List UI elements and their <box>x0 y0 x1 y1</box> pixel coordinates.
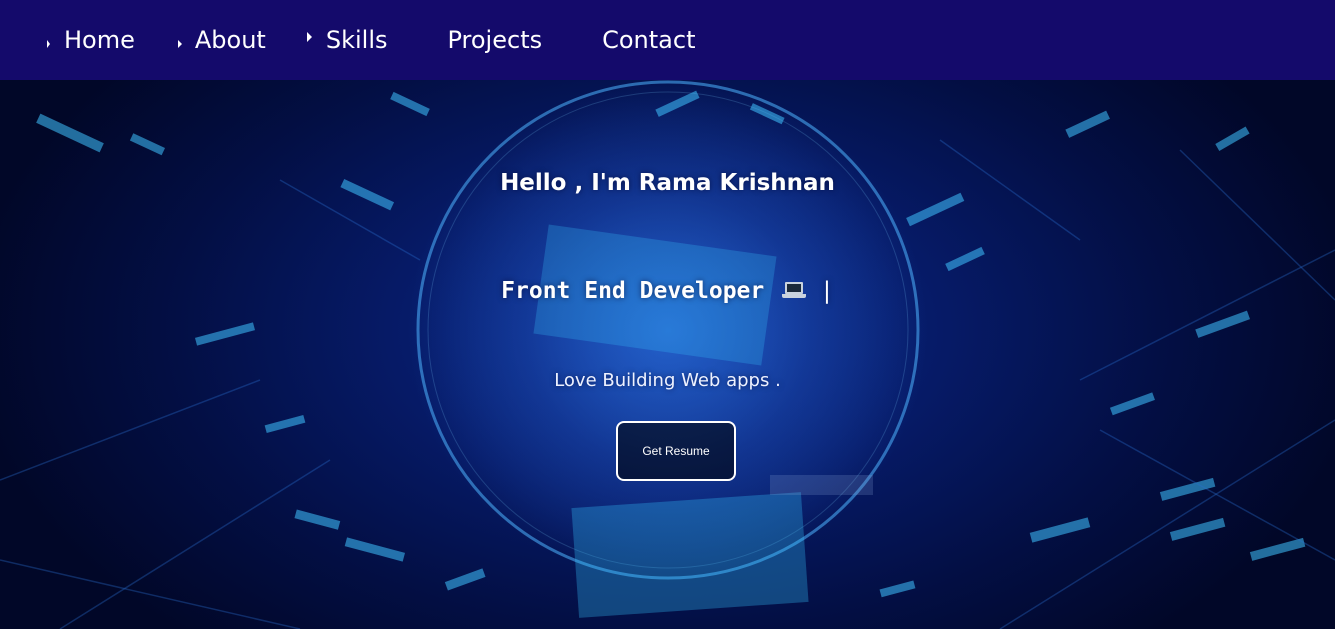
hero-section: Hello , I'm Rama Krishnan Front End Deve… <box>0 80 1335 629</box>
hero-tagline: Love Building Web apps . <box>554 370 781 391</box>
nav-link-skills[interactable]: Skills <box>306 26 388 54</box>
hero-role: Front End Developer | <box>0 278 1335 304</box>
get-resume-button[interactable]: Get Resume <box>616 421 736 481</box>
nav-link-label: Contact <box>602 26 696 54</box>
nav-link-contact[interactable]: Contact <box>582 26 695 54</box>
nav-bullet-icon <box>306 32 312 42</box>
nav-link-about[interactable]: About <box>175 26 266 54</box>
hero-greeting: Hello , I'm Rama Krishnan <box>500 170 835 196</box>
nav-link-label: Projects <box>447 26 543 54</box>
typing-cursor: | <box>819 278 834 304</box>
nav-link-label: Skills <box>325 26 388 54</box>
page: Home About Skills Projects Contact Hello… <box>0 0 1335 629</box>
nav-link-home[interactable]: Home <box>44 26 135 54</box>
nav-link-projects[interactable]: Projects <box>427 26 542 54</box>
nav-bullet-icon <box>47 40 50 48</box>
nav-bullet-icon <box>177 40 182 48</box>
laptop-icon <box>782 282 807 300</box>
nav-link-label: Home <box>64 26 135 54</box>
nav-menu: Home About Skills Projects Contact <box>44 0 735 80</box>
role-text: Front End Developer <box>501 278 765 304</box>
nav-link-label: About <box>194 26 266 54</box>
navbar: Home About Skills Projects Contact <box>0 0 1335 80</box>
